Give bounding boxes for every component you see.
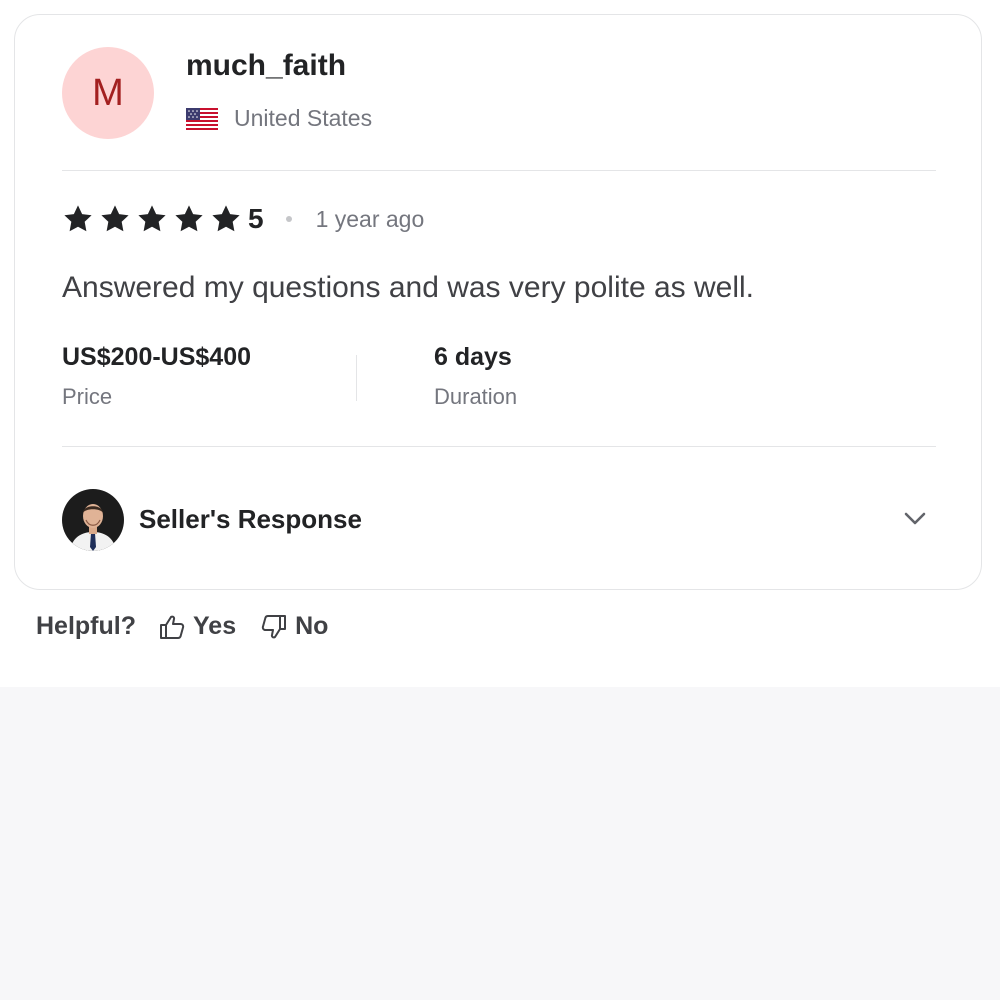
thumbs-up-icon bbox=[160, 615, 185, 639]
review-section: M much_faith United States 5 1 year ago … bbox=[0, 0, 1000, 687]
star-icon bbox=[175, 205, 203, 232]
reviewer-country: United States bbox=[186, 105, 372, 132]
price-stat: US$200-US$400 Price bbox=[62, 343, 251, 410]
duration-label: Duration bbox=[434, 384, 518, 409]
seller-response-label: Seller's Response bbox=[139, 504, 362, 534]
star-icon bbox=[212, 205, 240, 232]
seller-photo bbox=[62, 489, 124, 551]
helpful-yes-button[interactable]: Yes bbox=[158, 612, 236, 641]
star-icon bbox=[138, 205, 166, 232]
stat-divider bbox=[356, 355, 357, 401]
duration-stat: 6 days Duration bbox=[434, 343, 517, 410]
country-name: United States bbox=[234, 105, 373, 131]
thumbs-down-icon bbox=[261, 614, 287, 638]
avatar-initial: M bbox=[92, 71, 124, 114]
dot-separator bbox=[285, 216, 292, 222]
star-rating bbox=[62, 203, 242, 235]
seller-response-toggle[interactable]: Seller's Response bbox=[62, 489, 936, 551]
chevron-down-icon[interactable] bbox=[900, 503, 930, 533]
price-label: Price bbox=[62, 384, 113, 409]
page-background bbox=[0, 687, 1000, 1000]
seller-avatar bbox=[62, 489, 124, 551]
review-text: Answered my questions and was very polit… bbox=[62, 271, 754, 304]
us-flag-icon bbox=[186, 107, 218, 130]
reviewer-username: much_faith bbox=[186, 49, 347, 82]
helpful-label: Helpful? bbox=[36, 612, 136, 640]
helpful-no-button[interactable]: No bbox=[260, 612, 328, 641]
helpful-yes-label: Yes bbox=[193, 612, 237, 640]
star-icon bbox=[64, 205, 92, 232]
review-time: 1 year ago bbox=[315, 205, 425, 232]
duration-value: 6 days bbox=[434, 343, 512, 371]
rating-value: 5 bbox=[248, 203, 264, 234]
helpful-no-label: No bbox=[295, 612, 329, 640]
price-value: US$200-US$400 bbox=[62, 343, 252, 371]
star-icon bbox=[101, 205, 129, 232]
response-divider bbox=[62, 446, 936, 447]
rating-row: 5 1 year ago bbox=[62, 203, 424, 235]
helpful-row: Helpful? Yes No bbox=[36, 612, 352, 641]
reviewer-avatar: M bbox=[62, 47, 154, 139]
review-card: M much_faith United States 5 1 year ago … bbox=[14, 14, 982, 590]
header-divider bbox=[62, 170, 936, 171]
